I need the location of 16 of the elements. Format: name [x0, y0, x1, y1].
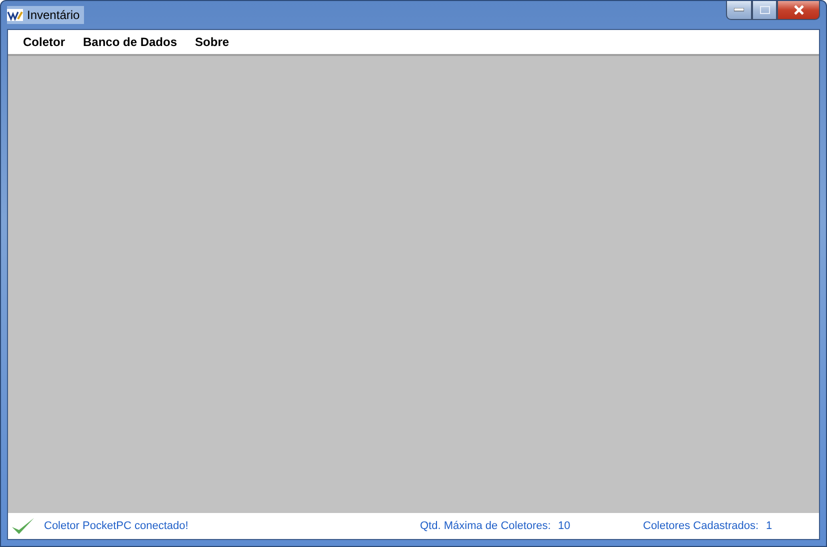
status-value: 1 [766, 520, 774, 532]
menu-item[interactable]: Sobre [186, 35, 238, 49]
maximize-icon [760, 6, 770, 14]
menu-item[interactable]: Coletor [14, 35, 74, 49]
app-logo-icon [7, 9, 23, 21]
status-value: 10 [558, 520, 572, 532]
menu-item[interactable]: Banco de Dados [74, 35, 186, 49]
status-label: Qtd. Máxima de Coletores: [420, 520, 552, 532]
status-label: Coletores Cadastrados: [643, 520, 760, 532]
maximize-button[interactable] [752, 1, 777, 20]
close-button[interactable] [777, 1, 820, 20]
close-icon [792, 5, 804, 15]
minimize-icon [734, 8, 744, 12]
window-title: Inventário [27, 8, 80, 22]
status-message: Coletor PocketPC conectado! [44, 520, 190, 532]
minimize-button[interactable] [726, 1, 752, 20]
